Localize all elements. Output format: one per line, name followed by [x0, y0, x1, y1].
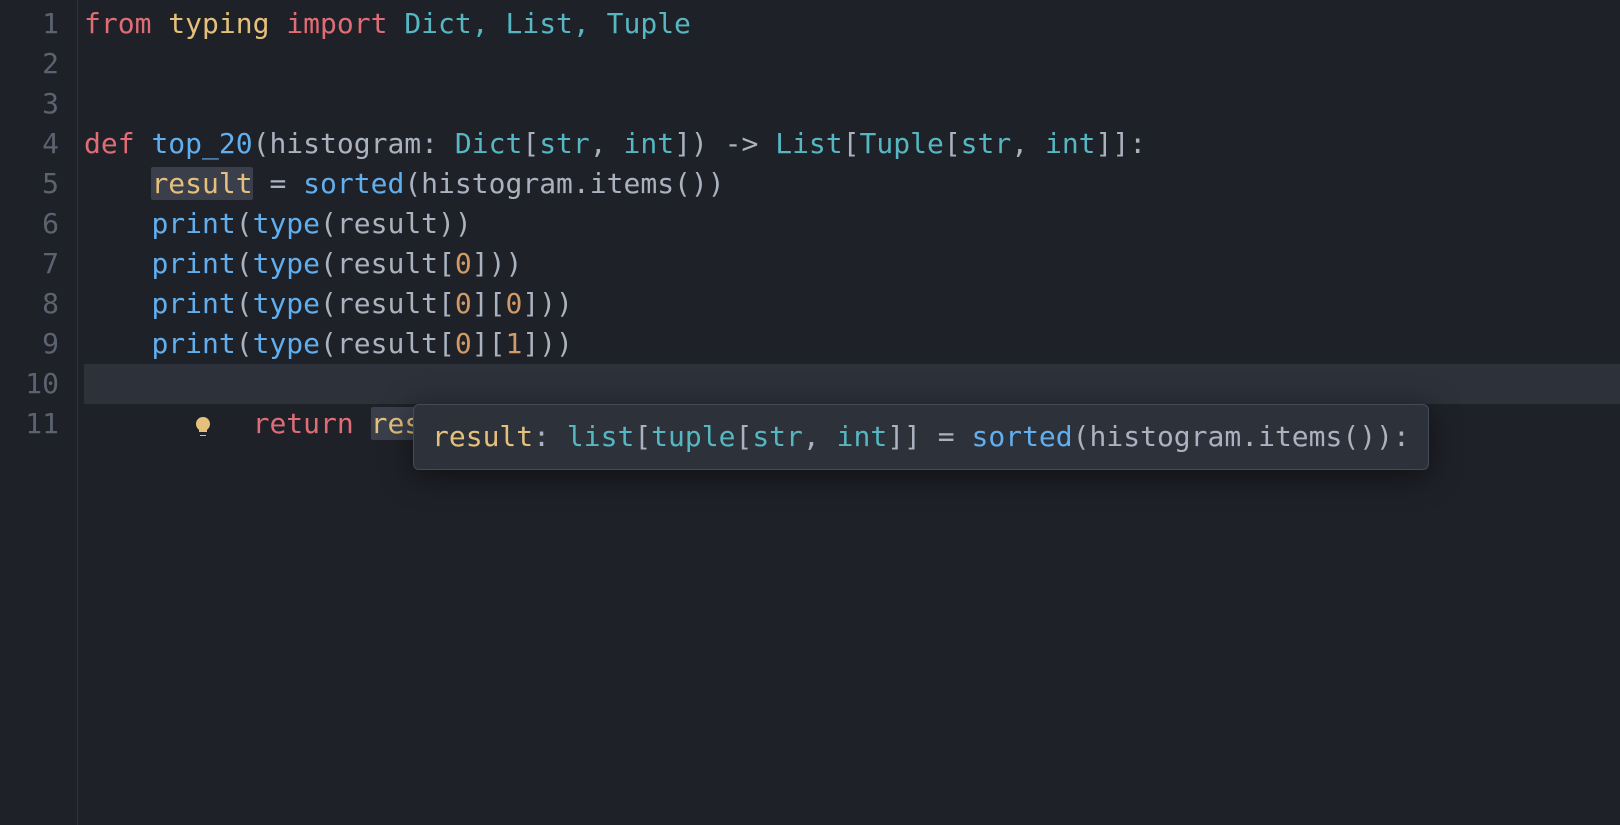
code-line[interactable]: [84, 44, 1620, 84]
builtin-print: print: [151, 207, 235, 240]
code-line[interactable]: def top_20(histogram: Dict[str, int]) ->…: [84, 124, 1620, 164]
line-number: 6: [0, 204, 77, 244]
line-number: 5: [0, 164, 77, 204]
code-line[interactable]: print(type(result)): [84, 204, 1620, 244]
code-line[interactable]: [84, 84, 1620, 124]
function-name: top_20: [151, 127, 252, 160]
tooltip-identifier: result: [432, 420, 533, 453]
line-number: 7: [0, 244, 77, 284]
code-line[interactable]: print(type(result[0][1])): [84, 324, 1620, 364]
code-line-active[interactable]: return result[:21]: [84, 364, 1620, 404]
line-number: 8: [0, 284, 77, 324]
code-editor[interactable]: 1 2 3 4 5 6 7 8 9 10 11 from typing impo…: [0, 0, 1620, 825]
line-number: 9: [0, 324, 77, 364]
signature: (histogram:: [253, 127, 455, 160]
code-area[interactable]: from typing import Dict, List, Tuple def…: [78, 0, 1620, 825]
module-typing: typing: [168, 7, 269, 40]
line-number: 4: [0, 124, 77, 164]
line-number: 2: [0, 44, 77, 84]
keyword-import: import: [286, 7, 387, 40]
lightbulb-icon[interactable]: [56, 370, 80, 394]
builtin-type: type: [253, 207, 320, 240]
code-line[interactable]: print(type(result[0])): [84, 244, 1620, 284]
hover-tooltip: result: list[tuple[str, int]] = sorted(h…: [413, 404, 1429, 470]
code-line[interactable]: from typing import Dict, List, Tuple: [84, 4, 1620, 44]
identifier-result: result: [151, 167, 252, 200]
builtin-sorted: sorted: [303, 167, 404, 200]
keyword-from: from: [84, 7, 151, 40]
keyword-def: def: [84, 127, 135, 160]
code-line[interactable]: print(type(result[0][0])): [84, 284, 1620, 324]
typing-names: Dict, List, Tuple: [404, 7, 691, 40]
line-number: 3: [0, 84, 77, 124]
code-line[interactable]: result = sorted(histogram.items()): [84, 164, 1620, 204]
line-number: 1: [0, 4, 77, 44]
